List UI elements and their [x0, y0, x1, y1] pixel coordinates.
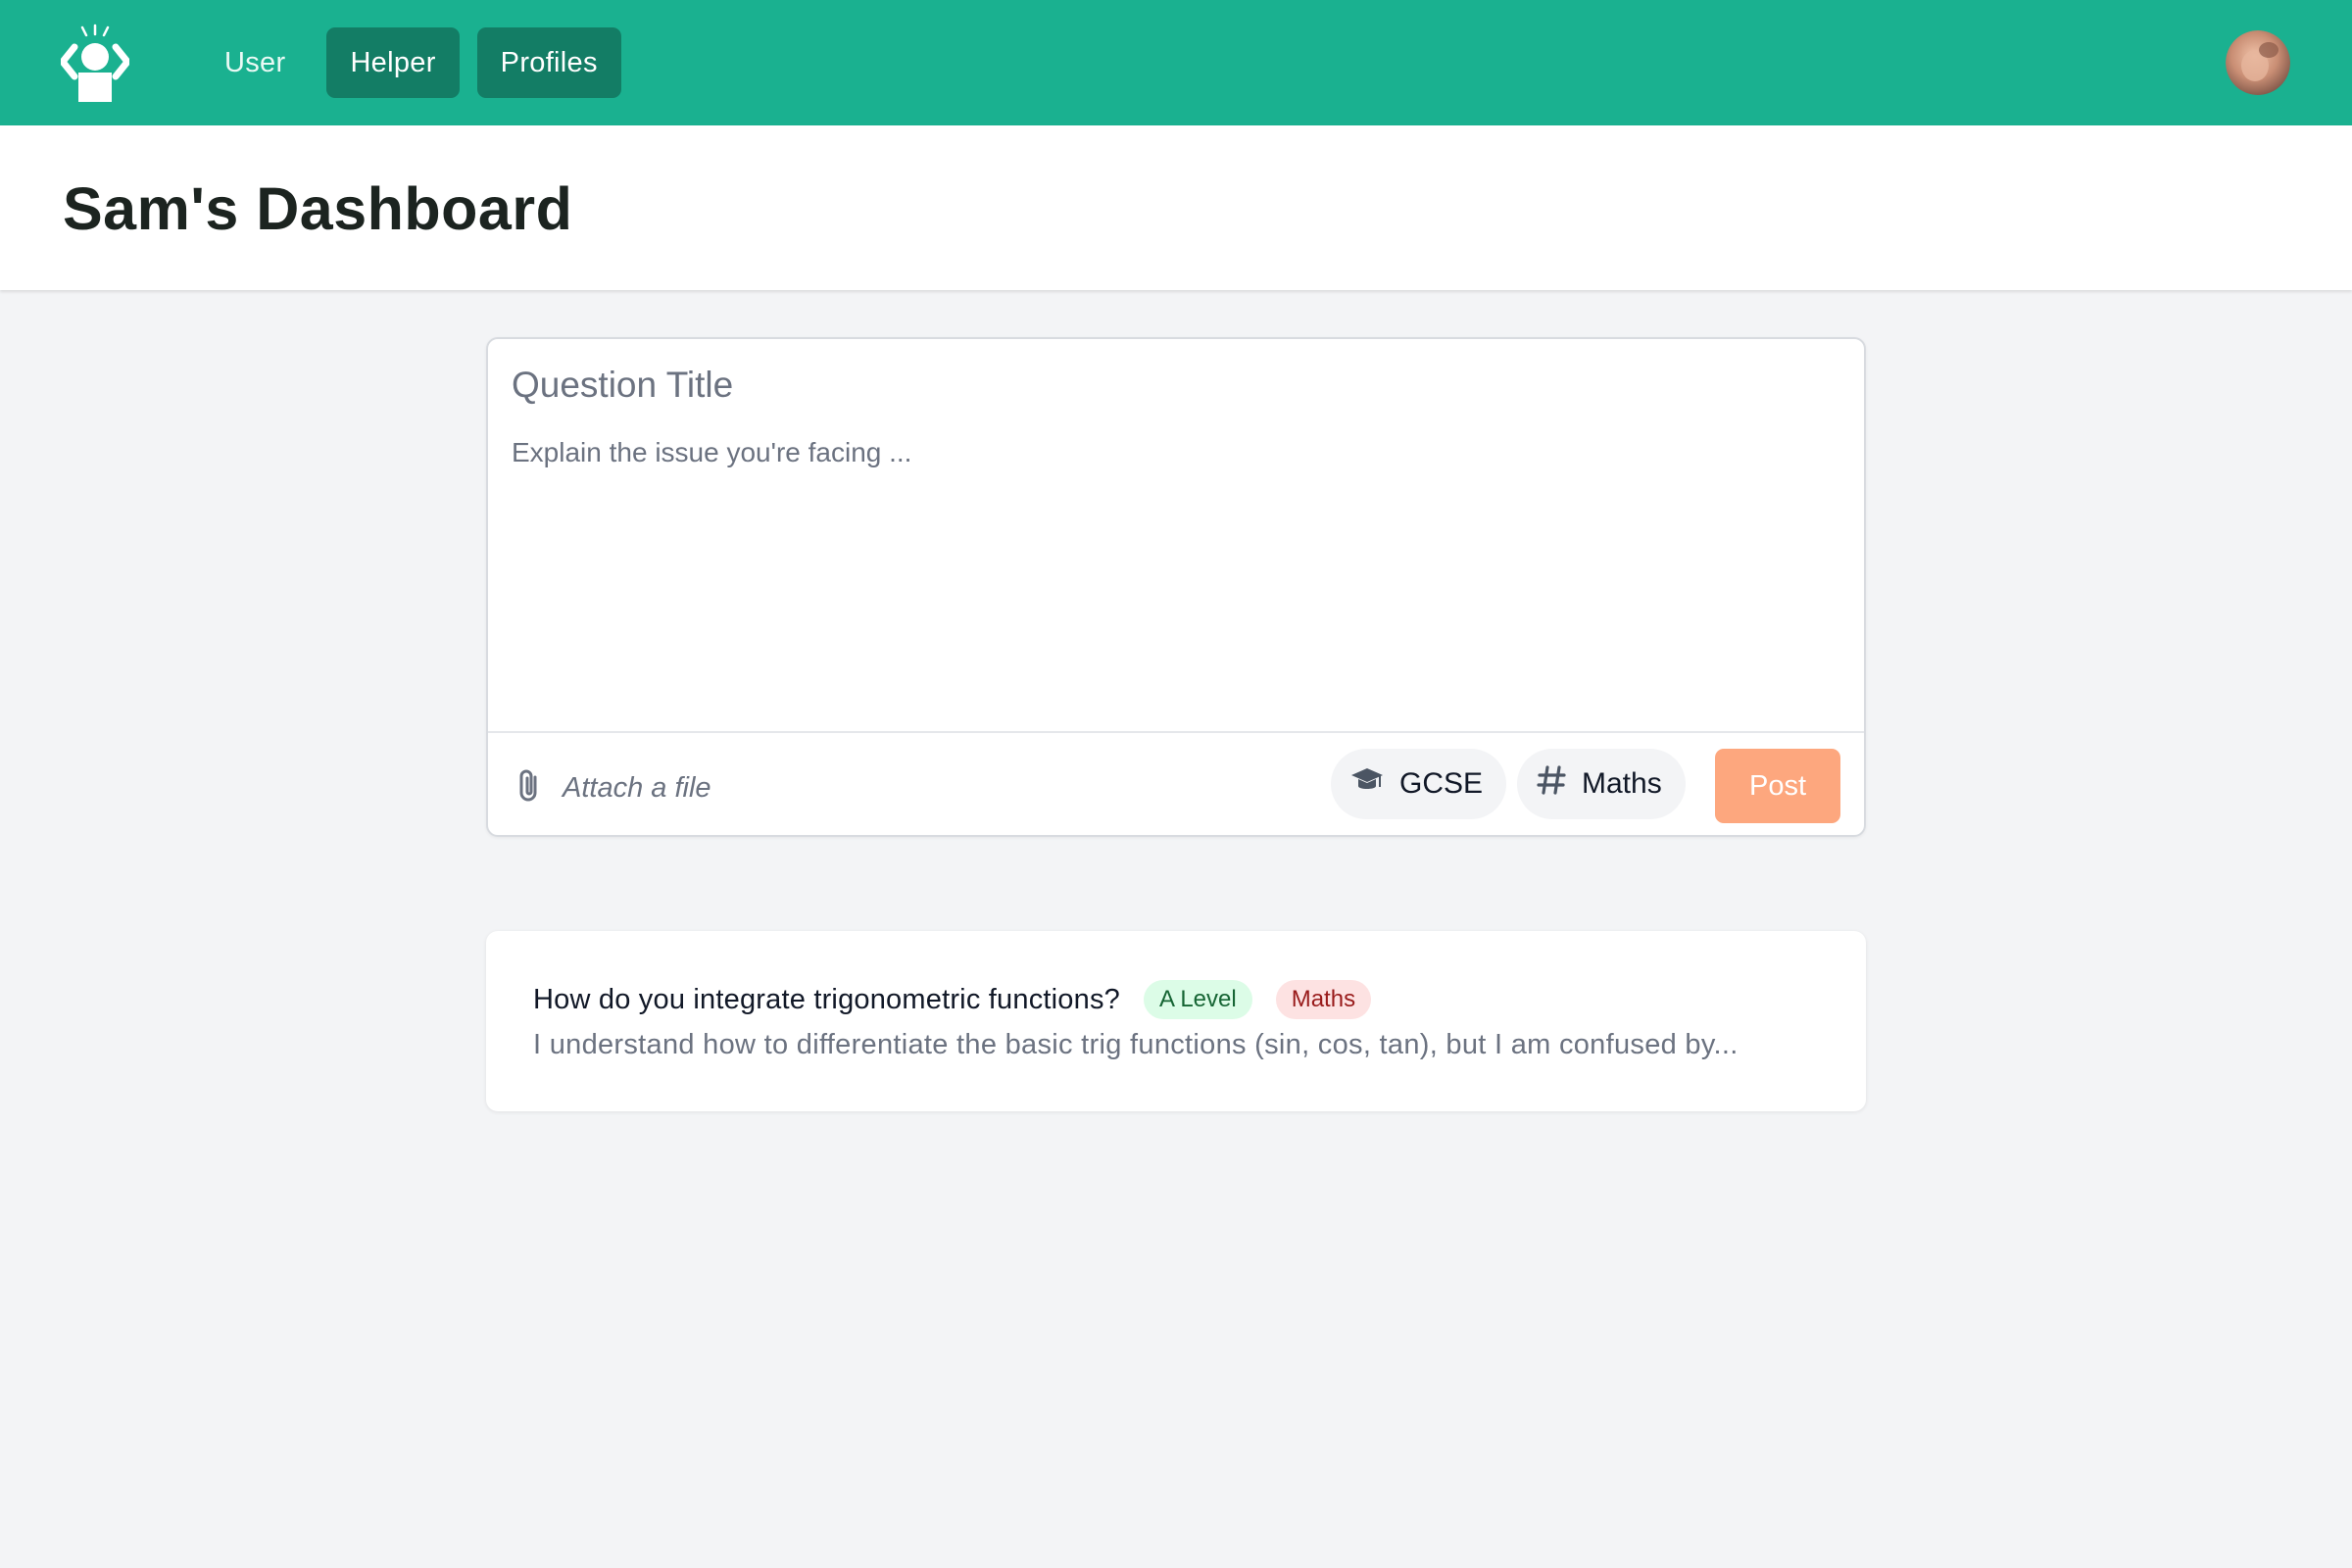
composer-footer: Attach a file GCSE Maths Post — [488, 731, 1864, 835]
subject-tag-label: Maths — [1582, 767, 1662, 800]
helper-logo-icon[interactable] — [59, 24, 131, 104]
question-body-input[interactable] — [512, 433, 1825, 698]
level-tag-selector[interactable]: GCSE — [1331, 749, 1507, 819]
question-excerpt: I understand how to differentiate the ba… — [533, 1029, 1739, 1060]
question-card[interactable]: How do you integrate trigonometric funct… — [486, 931, 1866, 1111]
level-badge: A Level — [1143, 980, 1252, 1019]
page-header: Sam's Dashboard — [0, 125, 2352, 290]
hashtag-icon — [1537, 764, 1566, 804]
attach-file-label: Attach a file — [563, 771, 711, 804]
user-avatar[interactable] — [2226, 30, 2290, 95]
level-tag-label: GCSE — [1399, 767, 1484, 800]
nav-links: User Helper Profiles — [201, 27, 621, 98]
nav-link-profiles[interactable]: Profiles — [476, 27, 621, 98]
question-title: How do you integrate trigonometric funct… — [533, 983, 1120, 1015]
top-nav: User Helper Profiles — [0, 0, 2352, 125]
attach-file-button[interactable]: Attach a file — [514, 768, 711, 808]
question-header: How do you integrate trigonometric funct… — [533, 978, 1372, 1021]
post-button[interactable]: Post — [1715, 749, 1840, 823]
subject-tag-selector[interactable]: Maths — [1517, 749, 1686, 819]
nav-link-user[interactable]: User — [201, 27, 309, 98]
nav-link-helper[interactable]: Helper — [326, 27, 460, 98]
subject-badge: Maths — [1275, 980, 1372, 1019]
paperclip-icon — [514, 768, 543, 808]
question-title-input[interactable] — [512, 365, 1825, 406]
question-composer: Attach a file GCSE Maths — [486, 337, 1866, 837]
page-title: Sam's Dashboard — [63, 175, 573, 242]
graduation-cap-icon — [1350, 765, 1384, 803]
